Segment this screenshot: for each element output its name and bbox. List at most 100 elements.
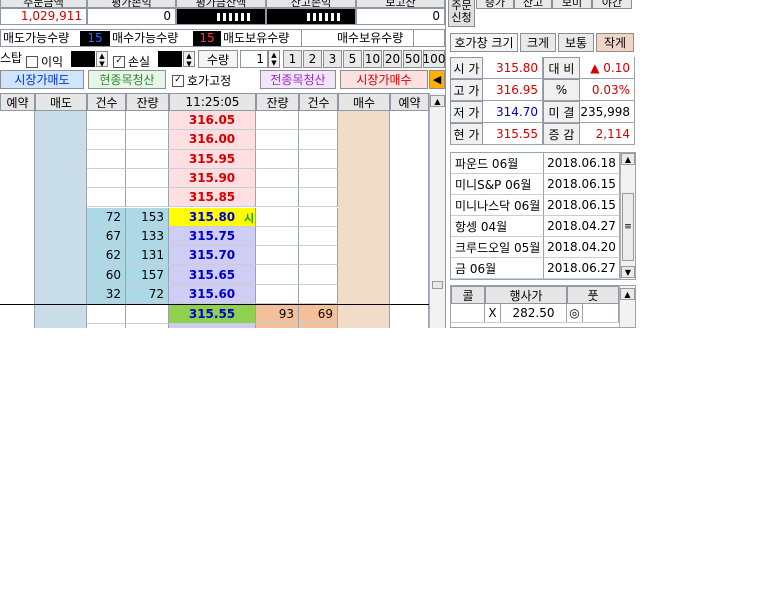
option-strike[interactable]: 282.50	[501, 304, 567, 323]
sell-qty-cell	[126, 111, 169, 131]
spin-down-icon: ▼	[186, 60, 192, 68]
masked-balance-1	[176, 8, 266, 25]
tab-bomi[interactable]: 보미	[552, 0, 592, 9]
price-cell[interactable]: 315.95	[169, 149, 256, 169]
scroll-thumb[interactable]	[432, 281, 443, 289]
checkbox-checked-icon: ✓	[113, 55, 125, 68]
qty-button-50[interactable]: 50	[403, 50, 422, 68]
loss-spinner[interactable]: ▲ ▼	[183, 51, 195, 68]
sell-qty-cell: 153	[126, 207, 169, 227]
scroll-up-icon[interactable]: ▲	[621, 153, 635, 165]
qty-button-100[interactable]: 100	[423, 50, 445, 68]
qty-button-1[interactable]: 1	[283, 50, 302, 68]
price-cell[interactable]: 315.65	[169, 265, 256, 285]
price-cell[interactable]: 315.90	[169, 168, 256, 189]
option-call-cell[interactable]	[451, 304, 485, 323]
orderbook-scrollbar[interactable]: ▲	[429, 93, 445, 328]
loss-input[interactable]	[158, 51, 182, 67]
size-large-button[interactable]: 크게	[520, 33, 556, 52]
future-name[interactable]: 항셍 04월	[451, 216, 544, 237]
buy-order-column[interactable]	[338, 111, 390, 328]
masked-balance-2	[266, 8, 356, 25]
reserve-sell-column[interactable]	[0, 111, 35, 328]
future-date[interactable]: 2018.06.18	[544, 153, 620, 174]
price-cell[interactable]: 315.75	[169, 226, 256, 247]
sell-count-cell: 60	[87, 265, 126, 285]
future-date[interactable]: 2018.06.15	[544, 174, 620, 195]
quote-key: 현 가	[450, 123, 483, 145]
spin-up-icon: ▲	[271, 51, 277, 59]
liquidate-current-button[interactable]: 현종목청산	[88, 70, 166, 89]
sell-qty-cell: 72	[126, 284, 169, 304]
qty-label: 수량	[198, 50, 238, 68]
future-name[interactable]: 금 06월	[451, 258, 544, 279]
col-buy-qty: 잔량	[256, 93, 299, 111]
price-cell[interactable]: 315.50	[169, 324, 256, 328]
scroll-up-icon[interactable]: ▲	[620, 288, 635, 300]
checkbox-checked-icon: ✓	[172, 74, 184, 87]
col-reserve-sell: 예약	[0, 93, 35, 111]
liquidate-all-button[interactable]: 전종목청산	[260, 70, 336, 89]
checkbox-box	[26, 55, 38, 68]
loss-label: 손실	[128, 55, 151, 69]
collapse-arrow-icon[interactable]: ◀	[429, 70, 445, 89]
profit-input[interactable]	[71, 51, 95, 67]
futures-scrollbar[interactable]: ▲ ≡ ▼	[620, 153, 635, 279]
future-date[interactable]: 2018.06.27	[544, 258, 620, 279]
price-cell[interactable]: 315.85	[169, 188, 256, 208]
price-cell[interactable]: 315.80	[169, 207, 256, 227]
options-scrollbar[interactable]: ▲	[619, 286, 635, 327]
option-put-cell[interactable]	[583, 304, 619, 323]
future-name[interactable]: 미니나스닥 06월	[451, 195, 544, 216]
profit-spinner[interactable]: ▲ ▼	[96, 51, 108, 68]
qty-spinner[interactable]: ▲ ▼	[268, 50, 280, 68]
hoga-fix-checkbox[interactable]: ✓ 호가고정	[172, 72, 231, 89]
buy-count-cell	[299, 207, 338, 227]
quote-key: 고 가	[450, 79, 483, 101]
sell-qty-cell: 131	[126, 246, 169, 266]
sell-order-column[interactable]	[35, 111, 87, 328]
reserve-buy-column[interactable]	[390, 111, 429, 328]
order-request-button[interactable]: 주문 신청	[448, 0, 475, 27]
qty-button-3[interactable]: 3	[323, 50, 342, 68]
scroll-down-icon[interactable]: ▼	[621, 266, 635, 278]
tab-increase[interactable]: 증가	[476, 0, 514, 9]
loss-checkbox[interactable]: ✓ 손실	[113, 53, 150, 70]
scroll-thumb[interactable]: ≡	[622, 193, 634, 261]
price-cell[interactable]: 316.05	[169, 111, 256, 131]
price-cell[interactable]: 316.00	[169, 130, 256, 150]
size-small-button[interactable]: 작게	[596, 33, 634, 52]
size-normal-button[interactable]: 보통	[558, 33, 594, 52]
qty-button-2[interactable]: 2	[303, 50, 322, 68]
future-date[interactable]: 2018.04.27	[544, 216, 620, 237]
sell-count-cell: 72	[87, 207, 126, 227]
col-sell-count: 건수	[87, 93, 126, 111]
future-name[interactable]: 미니S&P 06월	[451, 174, 544, 195]
qty-button-10[interactable]: 10	[363, 50, 382, 68]
tab-balance[interactable]: 잔고	[514, 0, 552, 9]
future-date[interactable]: 2018.06.15	[544, 195, 620, 216]
future-date[interactable]: 2018.04.20	[544, 237, 620, 258]
scroll-up-icon[interactable]: ▲	[430, 95, 445, 107]
order-amount-value: 1,029,911	[0, 8, 87, 25]
future-name[interactable]: 크루드오일 05월	[451, 237, 544, 258]
buy-count-cell	[299, 284, 338, 304]
price-cell[interactable]: 315.60	[169, 284, 256, 304]
size-label: 호가창 크기	[450, 33, 518, 52]
market-buy-button[interactable]: 시장가매수	[340, 70, 428, 89]
price-cell[interactable]: 315.70	[169, 246, 256, 266]
buy-qty-cell	[256, 284, 299, 304]
quote-key: 시 가	[450, 57, 483, 79]
options-strike-header: 행사가	[485, 286, 567, 304]
profit-checkbox[interactable]: 이익	[26, 53, 63, 70]
price-cell[interactable]: 315.55	[169, 305, 256, 325]
future-name[interactable]: 파운드 06월	[451, 153, 544, 174]
tab-night[interactable]: 야간	[592, 0, 632, 9]
quote-key: 저 가	[450, 101, 483, 123]
qty-button-20[interactable]: 20	[383, 50, 402, 68]
qty-button-5[interactable]: 5	[343, 50, 362, 68]
options-table: 콜 행사가 풋 X 282.50 ◎ ▲	[450, 285, 636, 328]
qty-input[interactable]: 1	[240, 50, 268, 68]
market-sell-button[interactable]: 시장가매도	[0, 70, 84, 89]
buy-count-cell	[299, 149, 338, 169]
